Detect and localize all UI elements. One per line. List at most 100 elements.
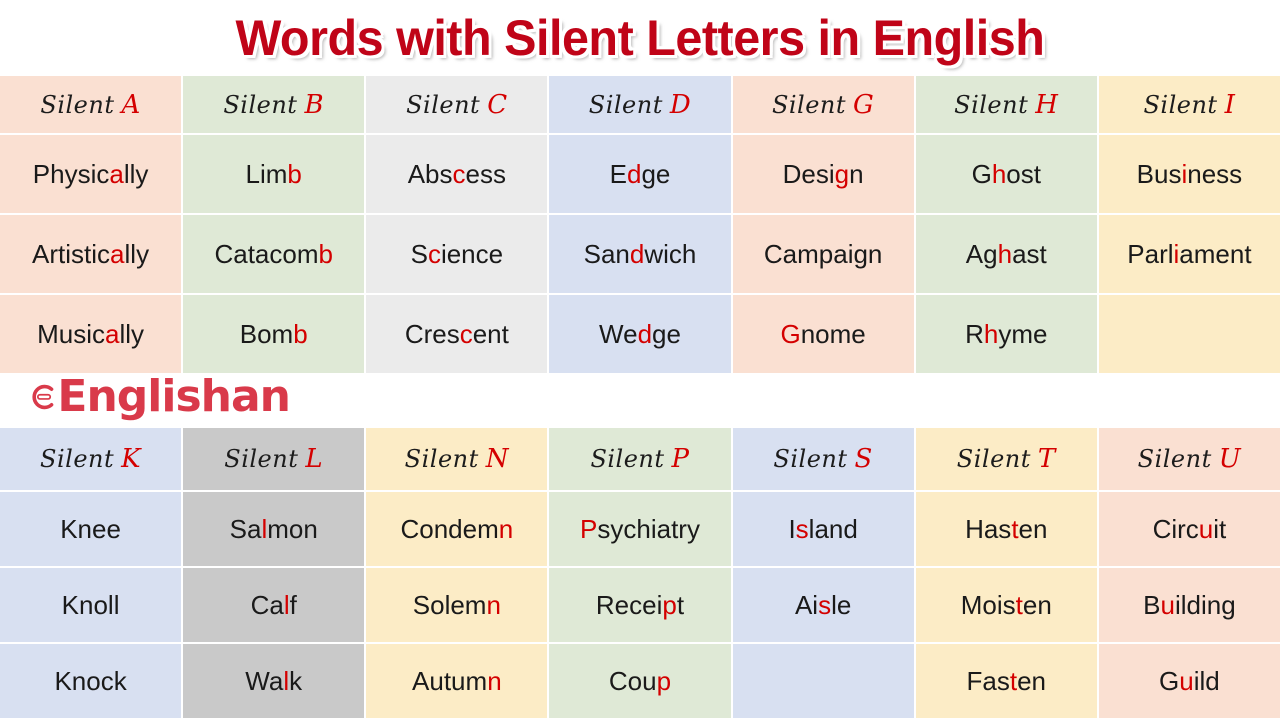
word-part: Desi (782, 158, 835, 189)
word: Ghost (972, 159, 1041, 190)
word-part: ess (465, 158, 506, 189)
word-cell: Knock (0, 644, 182, 718)
column-header-silent-h: Silent H (915, 76, 1097, 133)
column-header-silent-b: Silent B (183, 76, 365, 133)
column-header-silent-k: Silent K (0, 428, 182, 490)
word: Parliament (1127, 239, 1251, 270)
word-cell: Limb (183, 135, 365, 213)
silent-letter: b (293, 318, 308, 349)
silent-letter: u (1160, 589, 1175, 620)
word-cell: Psychiatry (549, 492, 731, 566)
word: Abscess (408, 159, 506, 190)
englishan-logo[interactable]: Englishan (30, 372, 291, 422)
word: Campaign (764, 239, 883, 270)
word-part: Sa (229, 513, 262, 544)
word: Moisten (961, 590, 1052, 621)
word: Rhyme (965, 319, 1047, 350)
word-cell: Physically (0, 135, 182, 213)
word-part: R (965, 318, 984, 349)
word-part: en (1018, 513, 1048, 544)
column-header-silent-t: Silent T (915, 428, 1097, 490)
word-cell: Bomb (183, 295, 365, 373)
word-part: Knock (54, 665, 127, 696)
column-header-silent-a: Silent A (0, 76, 182, 133)
word: Solemn (413, 590, 501, 621)
silent-letters-table-top: Silent A Silent B Silent C Silent D Silent G Silen… (0, 76, 1280, 373)
word-part: ge (652, 318, 681, 349)
word-cell: Artistically (0, 215, 182, 293)
column-header-silent-l: Silent L (183, 428, 365, 490)
word-part: lly (124, 238, 150, 269)
column-header-silent-c: Silent C (366, 76, 548, 133)
silent-letter: s (795, 513, 809, 544)
word: Business (1137, 159, 1243, 190)
header-letter: N (485, 444, 510, 474)
header-letter: S (854, 444, 873, 474)
word: Receipt (596, 590, 684, 621)
header-prefix: Silent (771, 90, 847, 119)
word-part: We (599, 318, 638, 349)
silent-letter: a (109, 158, 124, 189)
word-part: t (676, 589, 685, 620)
word-part: E (609, 158, 627, 189)
silent-letter: G (780, 318, 801, 349)
word-part: Recei (595, 589, 663, 620)
header-letter: C (487, 89, 508, 120)
title-banner: Words with Silent Letters in English (0, 0, 1280, 76)
word-part: Ca (250, 589, 284, 620)
header-letter: U (1218, 444, 1242, 474)
word: Building (1143, 590, 1236, 621)
word-cell: Walk (183, 644, 365, 718)
word: Limb (246, 159, 302, 190)
silent-letters-table-bottom: Silent K Silent L Silent N Silent P Silent S Silen… (0, 428, 1280, 718)
word-part: en (1022, 589, 1052, 620)
word: Knee (60, 514, 121, 545)
word: Walk (245, 666, 302, 697)
header-letter: K (121, 444, 142, 474)
silent-letter: d (626, 158, 642, 189)
silent-letter: d (629, 238, 645, 269)
word-cell: Rhyme (915, 295, 1097, 373)
header-prefix: Silent (773, 445, 848, 473)
word-part: n (849, 158, 864, 189)
word: Calf (251, 590, 297, 621)
word-part: ge (641, 158, 671, 189)
word-cell-empty (1098, 295, 1280, 373)
header-letter: L (305, 444, 324, 474)
word-part: B (1143, 589, 1161, 620)
word-part: Cou (608, 665, 657, 696)
word-part: en (1017, 665, 1047, 696)
silent-letter: t (1009, 665, 1018, 696)
word-cell: Science (366, 215, 548, 293)
header-prefix: Silent (1137, 445, 1212, 473)
word-part: S (410, 238, 428, 269)
silent-letter: c (452, 158, 466, 189)
word: Bomb (240, 319, 308, 350)
header-prefix: Silent (40, 445, 115, 473)
word-part: f (289, 589, 297, 620)
header-letter: I (1224, 89, 1236, 120)
word-cell: Building (1098, 568, 1280, 642)
word-cell: Aisle (732, 568, 914, 642)
column-header-silent-n: Silent N (366, 428, 548, 490)
word-part: ild (1193, 665, 1220, 696)
word: Wedge (599, 319, 681, 350)
word-part: le (831, 589, 852, 620)
word-part: Condem (400, 513, 499, 544)
word-part: k (289, 665, 303, 696)
silent-letter: t (1015, 589, 1023, 620)
silent-letter: n (498, 513, 514, 544)
column-header-silent-d: Silent D (549, 76, 731, 133)
silent-letter: t (1011, 513, 1019, 544)
word: Gnome (780, 319, 865, 350)
word-cell-empty (732, 644, 914, 718)
header-letter: H (1035, 89, 1059, 120)
word-part: wich (644, 238, 697, 269)
silent-letter: d (637, 318, 653, 349)
silent-letter: p (662, 589, 677, 620)
word-part: Solem (412, 589, 487, 620)
column-header-silent-u: Silent U (1098, 428, 1280, 490)
word-cell: Aghast (915, 215, 1097, 293)
word-cell: Receipt (549, 568, 731, 642)
word-part: ness (1187, 158, 1243, 189)
